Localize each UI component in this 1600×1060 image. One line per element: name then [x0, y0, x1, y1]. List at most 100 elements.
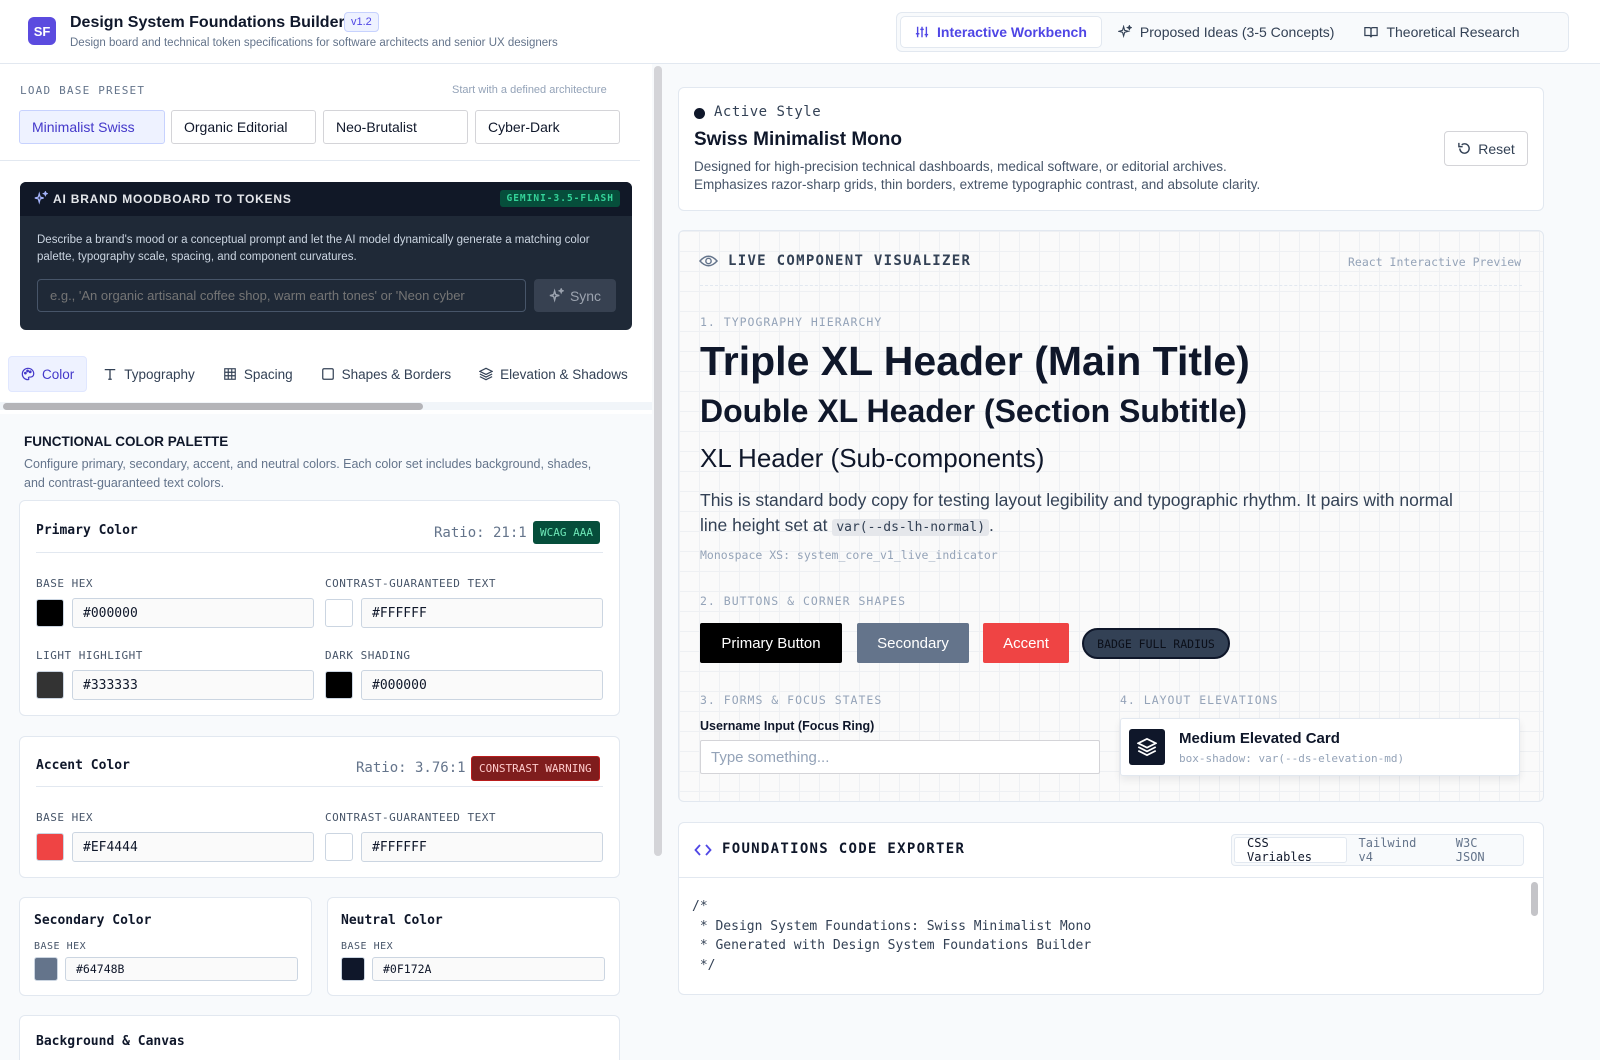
layers-icon: [479, 367, 494, 381]
format-w3c-json[interactable]: W3C JSON: [1444, 836, 1521, 864]
square-icon: [321, 368, 334, 380]
tab-interactive-workbench[interactable]: Interactive Workbench: [900, 16, 1102, 48]
sparkles-icon: [34, 191, 48, 205]
format-tailwind-v4[interactable]: Tailwind v4: [1347, 836, 1444, 864]
contrast-warning-badge: CONSTRAST WARNING: [471, 756, 600, 781]
header-xl-sample: XL Header (Sub-components): [700, 443, 1045, 473]
tab-label: Shapes & Borders: [341, 366, 452, 382]
primary-text-swatch[interactable]: [325, 599, 353, 627]
username-input[interactable]: Type something...: [700, 740, 1100, 774]
tab-shapes-borders[interactable]: Shapes & Borders: [309, 356, 464, 392]
body-text: This is standard body copy for testing l…: [700, 490, 1453, 535]
secondary-color-title: Secondary Color: [34, 913, 152, 928]
contrast-text-label: CONTRAST-GUARANTEED TEXT: [325, 811, 496, 824]
primary-base-hex-input[interactable]: #000000: [72, 598, 314, 628]
accent-button-sample[interactable]: Accent: [983, 623, 1069, 663]
primary-dark-hex-input[interactable]: #000000: [361, 670, 603, 700]
preset-label: LOAD BASE PRESET: [20, 84, 146, 97]
tab-elevation-shadows[interactable]: Elevation & Shadows: [467, 356, 640, 392]
ai-moodboard-card: AI BRAND MOODBOARD TO TOKENS GEMINI-3.5-…: [20, 182, 632, 330]
grid-icon: [223, 368, 236, 380]
base-hex-label: BASE HEX: [341, 941, 394, 952]
body-copy-sample: This is standard body copy for testing l…: [700, 488, 1460, 540]
tab-label: Elevation & Shadows: [500, 366, 628, 382]
tab-label: Spacing: [243, 366, 293, 382]
ai-card-description: Describe a brand's mood or a conceptual …: [37, 234, 590, 263]
secondary-button-sample[interactable]: Secondary: [857, 623, 969, 663]
primary-light-hex-input[interactable]: #333333: [72, 670, 314, 700]
neutral-base-swatch[interactable]: [341, 957, 365, 981]
tab-spacing[interactable]: Spacing: [211, 356, 305, 392]
primary-light-swatch[interactable]: [36, 671, 64, 699]
section-divider: [0, 160, 640, 161]
primary-base-swatch[interactable]: [36, 599, 64, 627]
view-switcher: Interactive Workbench Proposed Ideas (3-…: [896, 12, 1569, 52]
tab-theoretical-research[interactable]: Theoretical Research: [1350, 16, 1533, 48]
sparkles-icon: [1117, 25, 1132, 39]
reset-button[interactable]: Reset: [1444, 131, 1528, 166]
tab-label: Interactive Workbench: [937, 24, 1087, 40]
elevated-card-sample: [1120, 718, 1520, 776]
primary-color-title: Primary Color: [36, 523, 138, 538]
card-divider: [36, 552, 603, 553]
preset-neo-brutalist[interactable]: Neo-Brutalist: [323, 110, 468, 144]
tabs-scrollbar[interactable]: [3, 403, 423, 410]
sync-button[interactable]: Sync: [534, 279, 616, 312]
tab-color[interactable]: Color: [8, 356, 88, 392]
username-input-label: Username Input (Focus Ring): [700, 719, 875, 733]
card-divider: [36, 786, 603, 787]
contrast-ratio: Ratio: 3.76:1: [356, 760, 466, 776]
elevations-section-label: 4. LAYOUT ELEVATIONS: [1120, 693, 1279, 707]
header-2xl-sample: Double XL Header (Section Subtitle): [700, 393, 1248, 429]
visualizer-hint: React Interactive Preview: [1348, 255, 1522, 269]
accent-text-swatch[interactable]: [325, 833, 353, 861]
preset-organic-editorial[interactable]: Organic Editorial: [171, 110, 316, 144]
preset-minimalist-swiss[interactable]: Minimalist Swiss: [19, 110, 165, 144]
app-logo: SF: [28, 17, 56, 45]
sliders-icon: [915, 26, 929, 38]
tab-label: Typography: [124, 366, 195, 382]
preset-hint: Start with a defined architecture: [452, 84, 607, 96]
active-style-label: Active Style: [714, 104, 822, 120]
brand-prompt-input[interactable]: [37, 279, 526, 312]
sparkles-icon: [549, 288, 564, 303]
export-format-tabs: CSS Variables Tailwind v4 W3C JSON: [1231, 834, 1524, 866]
code-scrollbar[interactable]: [1531, 882, 1538, 916]
header-3xl-sample: Triple XL Header (Main Title): [700, 338, 1250, 384]
app-title: Design System Foundations Builder: [70, 14, 345, 31]
code-icon: [694, 844, 712, 856]
neutral-base-hex-input[interactable]: #0F172A: [372, 957, 605, 981]
version-badge: v1.2: [344, 12, 379, 32]
ai-card-title: AI BRAND MOODBOARD TO TOKENS: [53, 192, 292, 206]
accent-base-swatch[interactable]: [36, 833, 64, 861]
token-tabs: Color Typography Spacing Shapes & Border…: [8, 356, 640, 392]
contrast-text-label: CONTRAST-GUARANTEED TEXT: [325, 577, 496, 590]
primary-dark-swatch[interactable]: [325, 671, 353, 699]
accent-text-hex-input[interactable]: #FFFFFF: [361, 832, 603, 862]
secondary-base-hex-input[interactable]: #64748B: [65, 957, 298, 981]
preset-cyber-dark[interactable]: Cyber-Dark: [475, 110, 620, 144]
typography-section-label: 1. TYPOGRAPHY HIERARCHY: [700, 315, 883, 329]
secondary-base-swatch[interactable]: [34, 957, 58, 981]
elevated-card-title: Medium Elevated Card: [1179, 730, 1340, 747]
accent-color-title: Accent Color: [36, 758, 130, 773]
tab-typography[interactable]: Typography: [91, 356, 207, 392]
accent-base-hex-input[interactable]: #EF4444: [72, 832, 314, 862]
active-style-name: Swiss Minimalist Mono: [694, 129, 902, 150]
book-icon: [1364, 27, 1379, 38]
model-badge: GEMINI-3.5-FLASH: [500, 190, 620, 207]
body-end: .: [989, 515, 994, 535]
format-css-variables[interactable]: CSS Variables: [1234, 836, 1347, 864]
tab-proposed-ideas[interactable]: Proposed Ideas (3-5 Concepts): [1104, 16, 1349, 48]
base-hex-label: BASE HEX: [36, 811, 93, 824]
description-line: Emphasizes razor-sharp grids, thin borde…: [694, 177, 1261, 192]
left-panel-scrollbar[interactable]: [654, 66, 662, 856]
exported-code[interactable]: /* * Design System Foundations: Swiss Mi…: [692, 897, 1091, 975]
forms-section-label: 3. FORMS & FOCUS STATES: [700, 693, 883, 707]
type-icon: [105, 368, 116, 380]
primary-text-hex-input[interactable]: #FFFFFF: [361, 598, 603, 628]
primary-button-sample[interactable]: Primary Button: [700, 623, 842, 663]
visualizer-title: LIVE COMPONENT VISUALIZER: [728, 253, 972, 269]
base-hex-label: BASE HEX: [34, 941, 87, 952]
buttons-section-label: 2. BUTTONS & CORNER SHAPES: [700, 594, 907, 608]
